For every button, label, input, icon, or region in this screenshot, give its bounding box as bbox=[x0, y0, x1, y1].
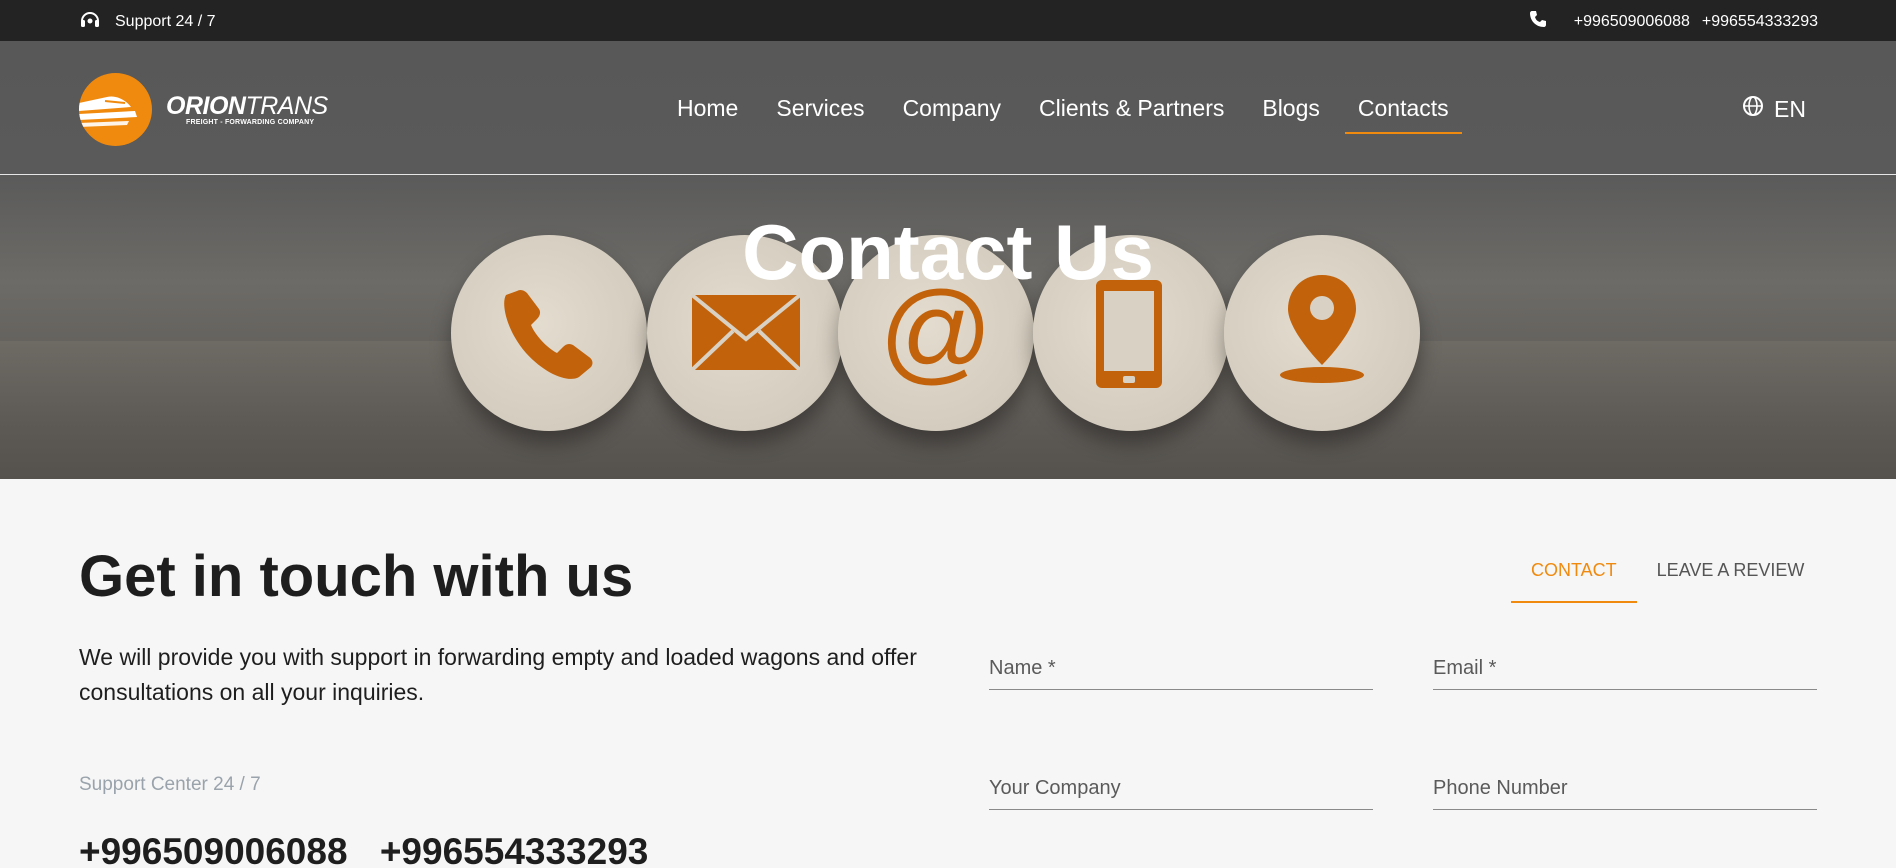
company-input[interactable] bbox=[989, 768, 1373, 808]
support-phone-link[interactable]: +996509006088 bbox=[79, 831, 348, 868]
tab-leave-review[interactable]: LEAVE A REVIEW bbox=[1637, 552, 1825, 603]
tab-contact[interactable]: CONTACT bbox=[1511, 552, 1637, 603]
phone-input[interactable] bbox=[1433, 768, 1817, 808]
support-phone-link[interactable]: +996554333293 bbox=[380, 831, 649, 868]
hero-title: Contact Us bbox=[742, 208, 1154, 296]
company-field bbox=[989, 768, 1373, 810]
email-field bbox=[1433, 648, 1817, 690]
train-logo-icon bbox=[79, 73, 152, 146]
nav-item-clients-partners[interactable]: Clients & Partners bbox=[1026, 91, 1237, 134]
top-phone-link[interactable]: +996554333293 bbox=[1702, 13, 1818, 31]
nav-item-services[interactable]: Services bbox=[763, 91, 877, 134]
phone-icon bbox=[1528, 9, 1548, 34]
hero-banner: @ ORIONTRANS FREIGHT - FORWARDING COMPAN… bbox=[0, 41, 1896, 479]
nav-item-contacts[interactable]: Contacts bbox=[1344, 91, 1462, 134]
site-header: ORIONTRANS FREIGHT - FORWARDING COMPANY … bbox=[0, 41, 1896, 175]
logo-tagline: FREIGHT - FORWARDING COMPANY bbox=[186, 119, 315, 126]
top-bar: Support 24 / 7 +996509006088 +9965543332… bbox=[0, 0, 1896, 41]
nav-item-home[interactable]: Home bbox=[664, 91, 751, 134]
email-input[interactable] bbox=[1433, 648, 1817, 688]
support-text: Support 24 / 7 bbox=[115, 12, 216, 30]
globe-icon bbox=[1742, 95, 1764, 123]
top-phone-link[interactable]: +996509006088 bbox=[1574, 13, 1690, 31]
logo-brand-bold: ORION bbox=[166, 92, 246, 120]
phone-field bbox=[1433, 768, 1817, 810]
section-title: Get in touch with us bbox=[79, 544, 634, 609]
form-tabs: CONTACT LEAVE A REVIEW bbox=[1511, 552, 1824, 603]
headset-icon bbox=[79, 9, 101, 34]
top-phones: +996509006088 +996554333293 bbox=[1528, 9, 1818, 34]
main-nav: Home Services Company Clients & Partners… bbox=[664, 91, 1474, 134]
support-phones: +996509006088 +996554333293 bbox=[79, 831, 670, 868]
nav-item-blogs[interactable]: Blogs bbox=[1249, 91, 1333, 134]
language-label: EN bbox=[1774, 95, 1806, 122]
name-input[interactable] bbox=[989, 648, 1373, 688]
section-description: We will provide you with support in forw… bbox=[79, 644, 917, 705]
language-selector[interactable]: EN bbox=[1742, 95, 1806, 123]
support-center-label: Support Center 24 / 7 bbox=[79, 774, 261, 795]
logo[interactable]: ORIONTRANS FREIGHT - FORWARDING COMPANY bbox=[79, 73, 328, 146]
logo-wordmark: ORIONTRANS FREIGHT - FORWARDING COMPANY bbox=[166, 93, 328, 126]
logo-brand-light: TRANS bbox=[245, 92, 328, 120]
nav-item-company[interactable]: Company bbox=[890, 91, 1014, 134]
support-info: Support 24 / 7 bbox=[79, 9, 216, 34]
name-field bbox=[989, 648, 1373, 690]
